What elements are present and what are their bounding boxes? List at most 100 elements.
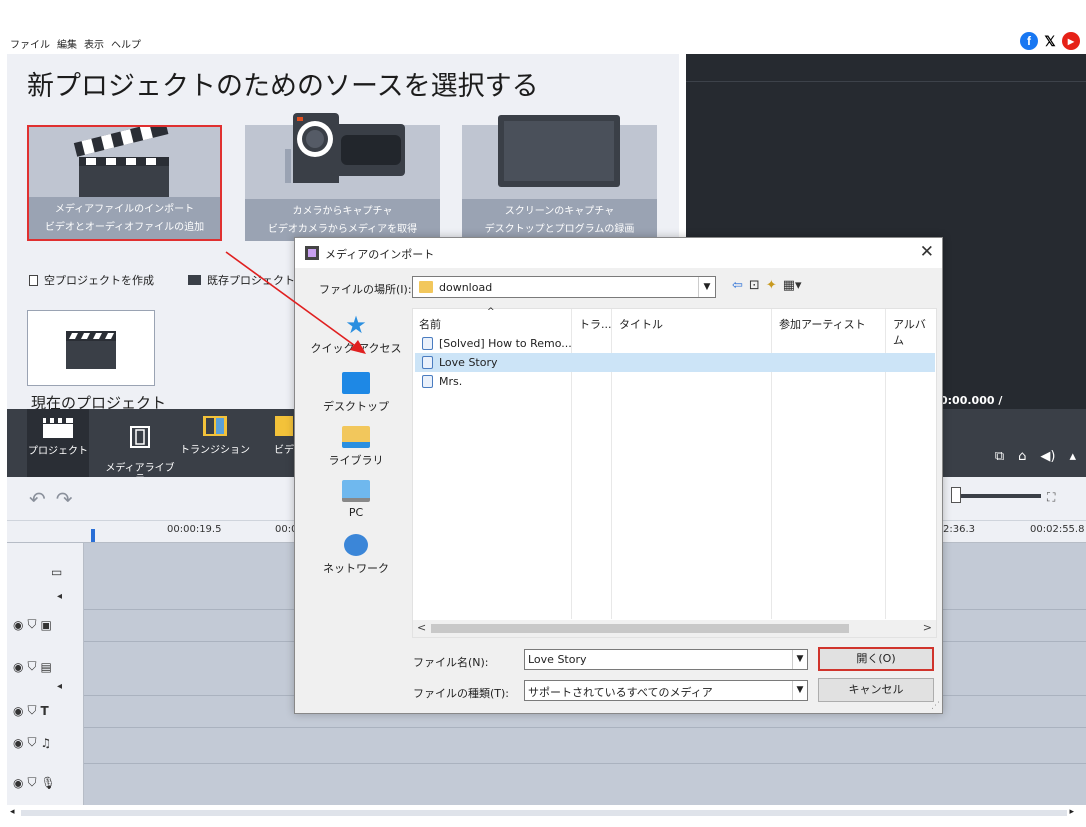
scroll-right-icon[interactable]: > (923, 621, 932, 634)
network-icon (344, 534, 368, 556)
eye-icon[interactable]: ◉ (13, 776, 23, 790)
menu-file[interactable]: ファイル (10, 36, 50, 51)
column-name[interactable]: 名前 (419, 316, 441, 332)
cancel-button[interactable]: キャンセル (818, 678, 934, 702)
transition-icon (203, 416, 227, 436)
track-row-overlay: ◉ ⛉ ▣ (13, 617, 52, 632)
place-pc[interactable]: PC (303, 480, 409, 519)
file-list-scrollbar[interactable]: < > (413, 620, 936, 637)
new-empty-project-label: 空プロジェクトを作成 (44, 274, 154, 287)
folder-icon (419, 281, 433, 293)
place-quick-access[interactable]: ★ クイック アクセス (303, 311, 409, 356)
tab-project[interactable]: プロジェクト (27, 409, 89, 477)
place-library-label: ライブラリ (328, 454, 384, 467)
scroll-right-icon[interactable]: ▸ (1069, 807, 1074, 817)
file-row[interactable]: [Solved] How to Remo... (415, 334, 935, 353)
scroll-left-icon[interactable]: < (417, 621, 426, 634)
menu-bar: ファイル 編集 表示 ヘルプ (0, 30, 1086, 54)
facebook-icon[interactable]: f (1020, 32, 1038, 50)
media-file-icon (422, 337, 433, 350)
close-icon[interactable]: ✕ (920, 242, 934, 262)
new-folder-icon[interactable]: ✦ (766, 278, 777, 293)
lock-icon[interactable]: ⛉ (27, 659, 36, 674)
menu-view[interactable]: 表示 (84, 36, 104, 51)
eye-icon[interactable]: ◉ (13, 618, 23, 632)
music-note-icon: ♫ (40, 735, 52, 750)
tab-transition[interactable]: トランジション (177, 415, 253, 456)
chevron-down-icon[interactable]: ▼ (792, 650, 807, 669)
video-track-icon: ▭ (51, 565, 63, 579)
lock-icon[interactable]: ⛉ (27, 775, 36, 790)
filetype-dropdown[interactable]: サポートされているすべてのメディア ▼ (524, 680, 808, 701)
location-dropdown[interactable]: download ▼ (412, 276, 716, 298)
eye-icon[interactable]: ◉ (13, 660, 23, 674)
document-icon (29, 274, 38, 286)
resize-grip-icon[interactable]: ⋰ (931, 701, 940, 711)
import-media-title: メディアファイルのインポート (54, 204, 195, 215)
media-file-icon (422, 356, 433, 369)
column-title[interactable]: タイトル (619, 316, 663, 332)
filename-value: Love Story (528, 653, 587, 666)
place-library[interactable]: ライブラリ (303, 426, 409, 468)
up-folder-icon[interactable]: ⊡ (749, 278, 760, 293)
column-artist[interactable]: 参加アーティスト (779, 316, 866, 332)
back-icon[interactable]: ⇦ (732, 278, 743, 293)
redo-icon[interactable]: ↷ (56, 487, 73, 511)
x-icon[interactable]: 𝕏 (1041, 32, 1059, 50)
view-menu-icon[interactable]: ▦▾ (783, 278, 802, 293)
camera-capture-card[interactable]: カメラからキャプチャ ビデオカメラからメディアを取得 (245, 113, 440, 241)
eye-icon[interactable]: ◉ (13, 736, 23, 750)
lock-icon[interactable]: ⛉ (27, 703, 36, 718)
place-network[interactable]: ネットワーク (303, 534, 409, 576)
dialog-title: メディアのインポート (325, 248, 435, 261)
zoom-slider-handle[interactable] (951, 487, 961, 503)
desktop-icon (342, 372, 370, 394)
eye-icon[interactable]: ◉ (13, 704, 23, 718)
scroll-left-icon[interactable]: ◂ (10, 807, 15, 817)
page-title: 新プロジェクトのためのソースを選択する (27, 71, 539, 102)
menu-edit[interactable]: 編集 (57, 36, 77, 51)
column-track[interactable]: トラ... (579, 316, 612, 332)
volume-icon[interactable]: ◀) (1040, 449, 1055, 464)
scrollbar-thumb[interactable] (431, 624, 849, 633)
places-bar: ★ クイック アクセス デスクトップ ライブラリ PC ネットワーク (303, 308, 409, 638)
place-desktop-label: デスクトップ (323, 400, 389, 413)
chevron-down-icon[interactable]: ▼ (792, 681, 807, 700)
menu-help[interactable]: ヘルプ (111, 36, 141, 51)
clapperboard-icon (73, 127, 169, 197)
current-project-thumbnail[interactable] (27, 310, 155, 386)
location-label: ファイルの場所(I): (319, 283, 412, 296)
file-row[interactable]: Mrs. (415, 372, 935, 391)
new-empty-project-button[interactable]: 空プロジェクトを作成 (29, 272, 154, 288)
star-icon: ★ (345, 311, 367, 339)
track-divider (84, 763, 1086, 764)
file-row-selected[interactable]: Love Story (415, 353, 935, 372)
playhead-marker[interactable] (91, 529, 95, 542)
ruler-time-label: 00:02:55.8 (1030, 524, 1085, 535)
zoom-slider-track[interactable] (951, 494, 1041, 498)
file-list-header: ^ 名前 トラ... タイトル 参加アーティスト アルバム (413, 307, 936, 347)
file-name: Love Story (439, 356, 498, 369)
timeline-scrollbar[interactable]: ◂ ▸ (7, 806, 1086, 820)
youtube-icon[interactable]: ▶ (1062, 32, 1080, 50)
popout-icon[interactable]: ⧉ (995, 449, 1004, 464)
chevron-up-icon[interactable]: ▴ (1069, 449, 1076, 464)
scrollbar-thumb[interactable] (21, 810, 1067, 816)
lock-icon[interactable]: ⛉ (27, 617, 36, 632)
monitor-icon (498, 115, 620, 187)
track-row-text: ◉ ⛉ T (13, 703, 49, 718)
filename-input[interactable]: Love Story ▼ (524, 649, 808, 670)
import-media-card[interactable]: メディアファイルのインポート ビデオとオーディオファイルの追加 (27, 125, 222, 241)
fit-to-window-icon[interactable]: ⛶ (1047, 490, 1055, 505)
chevron-down-icon[interactable]: ▼ (698, 277, 715, 297)
open-button[interactable]: 開く(O) (818, 647, 934, 671)
text-track-icon: T (40, 703, 49, 718)
lock-icon[interactable]: ⛉ (27, 735, 36, 750)
snapshot-icon[interactable]: ⌂ (1018, 449, 1026, 464)
audio-sub-icon: ◂ (57, 591, 63, 602)
undo-icon[interactable]: ↶ (29, 487, 46, 511)
place-quick-access-label: クイック アクセス (310, 342, 402, 355)
place-desktop[interactable]: デスクトップ (303, 372, 409, 414)
screen-capture-card[interactable]: スクリーンのキャプチャ デスクトップとプログラムの録画 (462, 115, 657, 241)
computer-icon (342, 480, 370, 502)
